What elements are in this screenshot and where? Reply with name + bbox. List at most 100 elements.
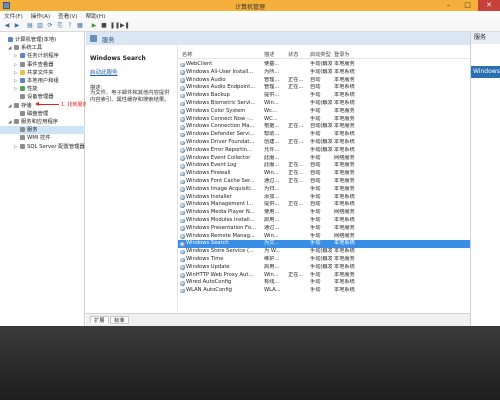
service-row[interactable]: WinHTTP Web Proxy Aut... Win... 正在... 手动 本地服…	[178, 272, 470, 280]
column-logon-as[interactable]: 登录为	[334, 51, 374, 59]
tree-node[interactable]: ▷ SQL Server 配置管理器	[0, 143, 85, 151]
service-startup-type: 手动	[310, 279, 321, 286]
service-row[interactable]: Windows Update 启用... 手动(触发...本地系统	[178, 264, 470, 272]
service-row[interactable]: WLAN AutoConfig WLA... 手动 本地系统	[178, 287, 470, 295]
pause-service-icon[interactable]: ❚❚	[110, 22, 120, 30]
service-row[interactable]: Windows Image Acquisiti... 为扫... 手动 本地服务	[178, 186, 470, 194]
service-row[interactable]: Windows Defender Servi... 帮助... 手动 本地系统	[178, 131, 470, 139]
tree-node-label: 服务和应用程序	[21, 119, 59, 125]
help-icon[interactable]: ?	[66, 22, 74, 30]
service-row[interactable]: Windows Audio 管理... 正在... 自动 本地服务	[178, 77, 470, 85]
service-row[interactable]: Windows Biometric Servi... Win... 手动(触发...…	[178, 100, 470, 108]
column-name[interactable]: 名称	[182, 51, 258, 59]
service-row[interactable]: Windows Installer 添加... 手动 本地系统	[178, 194, 470, 202]
tree-node-label: 性能	[27, 86, 38, 93]
service-logon-as: 本地系统	[334, 279, 355, 286]
maximize-button[interactable]: □	[460, 0, 475, 11]
tree-node[interactable]: 服务	[0, 126, 85, 135]
service-logon-as: 本地系统	[334, 68, 355, 75]
service-name: Windows Error Reportin...	[186, 146, 252, 153]
service-status: 正在...	[288, 84, 304, 91]
service-status: 正在...	[288, 178, 304, 184]
forward-icon[interactable]: ▶	[13, 22, 21, 30]
actions-header[interactable]: 服务	[471, 32, 500, 44]
service-row[interactable]: Windows Font Cache Ser... 通过... 正在... 自动 本地服…	[178, 178, 470, 186]
show-tree-icon[interactable]: ▥	[36, 22, 44, 30]
up-folder-icon[interactable]: ▤	[26, 22, 34, 30]
restart-service-icon[interactable]: ▶❚	[120, 22, 130, 30]
close-button[interactable]: ✕	[478, 0, 500, 11]
service-row[interactable]: Windows Connect Now -... WC... 手动 本地服务	[178, 116, 470, 124]
service-row[interactable]: Windows Event Collector 此服... 手动 网络服务	[178, 155, 470, 163]
service-row[interactable]: Windows Connection Ma... 根据... 正在... 自动(触发.…	[178, 123, 470, 131]
tree-node[interactable]: 计算机管理(本地)	[0, 36, 85, 44]
performance-icon	[20, 86, 25, 92]
service-row[interactable]: Wired AutoConfig 有线... 手动 本地系统	[178, 279, 470, 287]
service-logon-as: 本地系统	[334, 92, 355, 99]
service-row[interactable]: Windows Search 为文... 手动 本地系统	[178, 240, 470, 249]
service-row[interactable]: Windows Media Player N... 使用... 手动 网络服务	[178, 209, 470, 217]
properties-icon[interactable]: ▦	[76, 22, 84, 30]
tree-node[interactable]: 磁盘管理	[0, 110, 85, 118]
toolbar: ◀ ▶ ▤ ▥ ⟳ ⎘ ? ▦ ▶ ■ ❚❚ ▶❚	[0, 20, 500, 32]
disk-icon	[20, 110, 25, 116]
service-startup-type: 手动(触发...	[310, 68, 332, 75]
actions-selected-item[interactable]: Windows Search	[471, 66, 500, 78]
service-description: Wc...	[264, 107, 277, 114]
tree-node[interactable]: ▷ 共享文件夹	[0, 69, 85, 77]
expand-arrow-icon[interactable]: ▷	[14, 144, 19, 152]
tree-node[interactable]: ▷ 本地用户和组	[0, 77, 85, 85]
service-row[interactable]: Windows Time 维护... 手动(触发...本地服务	[178, 256, 470, 264]
service-logon-as: 本地系统	[334, 217, 355, 223]
service-gear-icon	[180, 241, 185, 247]
service-status: 正在...	[288, 139, 304, 145]
back-icon[interactable]: ◀	[3, 22, 11, 30]
start-service-link[interactable]: 启动此服务	[90, 68, 118, 76]
service-row[interactable]: WebClient 使基... 手动(触发...本地服务	[178, 61, 470, 69]
export-list-icon[interactable]: ⎘	[56, 22, 64, 30]
service-row[interactable]: Windows Event Log 此服... 正在... 自动 本地服务	[178, 162, 470, 170]
service-gear-icon	[180, 163, 185, 169]
service-gear-icon	[180, 280, 185, 286]
service-description: Win...	[264, 271, 279, 278]
service-gear-icon	[180, 117, 185, 122]
tree-node[interactable]: ◢ 系统工具	[0, 44, 85, 52]
start-service-icon[interactable]: ▶	[90, 22, 98, 30]
stop-service-icon[interactable]: ■	[100, 22, 108, 30]
service-row[interactable]: Windows Audio Endpoint... 管理... 正在... 自动 本地系…	[178, 84, 470, 92]
service-description: 创建...	[264, 139, 280, 145]
service-row[interactable]: Windows Backup 提供... 手动 本地系统	[178, 92, 470, 100]
column-startup-type[interactable]: 启动类型	[310, 51, 332, 59]
refresh-icon[interactable]: ⟳	[46, 22, 54, 30]
service-logon-as: 本地服务	[334, 185, 355, 192]
tab-extended[interactable]: 扩展	[90, 316, 109, 324]
service-logon-as: 本地系统	[334, 287, 355, 294]
gear-icon	[20, 127, 25, 133]
column-description[interactable]: 描述	[264, 51, 286, 59]
service-row[interactable]: Windows Store Service (... 为 W... 手动(触发...…	[178, 248, 470, 256]
service-row[interactable]: Windows Color System Wc... 手动 本地服务	[178, 108, 470, 116]
service-name: Windows Presentation Fo...	[186, 224, 256, 231]
service-row[interactable]: Windows Modules Install... 启用... 手动 本地系统	[178, 217, 470, 225]
service-row[interactable]: Windows All-User Install... 为所... 手动(触发...…	[178, 69, 470, 77]
service-startup-type: 手动(触发...	[310, 100, 332, 106]
service-row[interactable]: Windows Remote Manag... Win... 手动 网络服务	[178, 233, 470, 241]
service-status: 正在...	[288, 271, 304, 278]
service-row[interactable]: Windows Management I... 提供... 正在... 自动 本地系统	[178, 201, 470, 209]
column-status[interactable]: 状态	[288, 51, 308, 59]
service-row[interactable]: Windows Firewall Win... 正在... 自动 本地服务	[178, 170, 470, 178]
tree-node[interactable]: ◢ 服务和应用程序	[0, 118, 85, 126]
tree-node[interactable]: WMI 控件	[0, 134, 85, 142]
minimize-button[interactable]: –	[441, 0, 456, 11]
service-row[interactable]: Windows Error Reportin... 允许... 手动(触发...本地…	[178, 147, 470, 155]
service-description: 为 W...	[264, 248, 281, 255]
tree-node[interactable]: ▷ 性能	[0, 85, 85, 93]
service-description: 管理...	[264, 76, 280, 83]
tree-node-label: SQL Server 配置管理器	[27, 143, 85, 150]
tree-node[interactable]: ▷ 事件查看器	[0, 61, 85, 69]
service-row[interactable]: Windows Presentation Fo... 通过... 手动 本地服务	[178, 225, 470, 233]
tab-standard[interactable]: 标准	[110, 316, 129, 324]
service-row[interactable]: Windows Driver Foundat... 创建... 正在... 手动(触发…	[178, 139, 470, 147]
title-bar[interactable]: 计算机管理 – □ ✕	[0, 0, 500, 11]
tree-node[interactable]: ▷ 任务计划程序	[0, 52, 85, 60]
